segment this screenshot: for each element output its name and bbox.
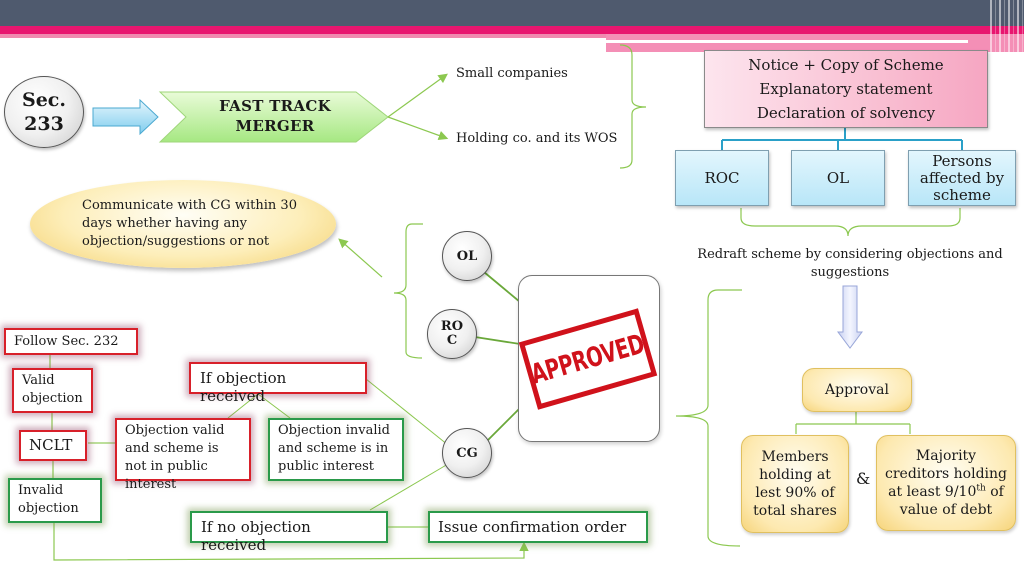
objection-valid-box: Objection valid and scheme is not in pub… [115,418,251,492]
if-objection-received-box: If objection received [189,362,367,405]
authority-roc-label: C [446,333,458,348]
authority-ol-circle: OL [442,231,492,281]
if-no-objection-box: If no objection received [190,511,388,554]
and-connector: & [856,469,871,488]
redraft-text: Redraft scheme by considering objections… [697,247,1003,280]
fast-track-line2: MERGER [235,117,315,135]
authority-cg-label: CG [456,445,478,461]
authority-cg-circle: CG [442,428,492,478]
notice-line: Declaration of solvency [756,104,936,122]
applicable-small-companies: Small companies [456,66,568,81]
authority-roc-circle: RO C [427,309,477,359]
approved-stamp-text: APPROVED [527,328,649,390]
communicate-text: Communicate with CG within 30 days wheth… [82,198,297,249]
section-circle: Sec. 233 [4,76,84,148]
members-condition-box: Members holding at lest 90% of total sha… [741,435,849,533]
right-arrow-icon [92,98,159,136]
nclt-box: NCLT [19,430,87,461]
fast-track-line1: FAST TRACK [219,97,331,115]
authority-ol-label: OL [456,248,478,264]
recipient-roc: ROC [675,150,769,206]
recipient-persons-affected: Persons affected by scheme [908,150,1016,206]
notice-line: Explanatory statement [759,80,933,98]
applicable-holding-co: Holding co. and its WOS [456,131,618,146]
recipient-ol: OL [791,150,885,206]
authority-roc-label: RO [440,319,464,334]
section-label: Sec. [22,89,66,111]
issue-confirmation-order-box: Issue confirmation order [428,511,648,543]
creditors-condition-box: Majority creditors holding at least 9/10… [876,435,1016,531]
creditors-sup: th [976,483,986,494]
approval-box: Approval [802,368,912,412]
down-arrow-icon [837,285,863,349]
section-number: 233 [24,113,64,135]
follow-sec-232-box: Follow Sec. 232 [4,328,138,355]
notice-box: Notice + Copy of Scheme Explanatory stat… [704,50,988,128]
notice-line: Notice + Copy of Scheme [748,56,944,74]
invalid-objection-box: Invalid objection [8,478,102,523]
fast-track-merger-label: FAST TRACK MERGER [190,96,360,140]
objection-invalid-box: Objection invalid and scheme is in publi… [268,418,404,481]
valid-objection-box: Valid objection [12,368,93,413]
